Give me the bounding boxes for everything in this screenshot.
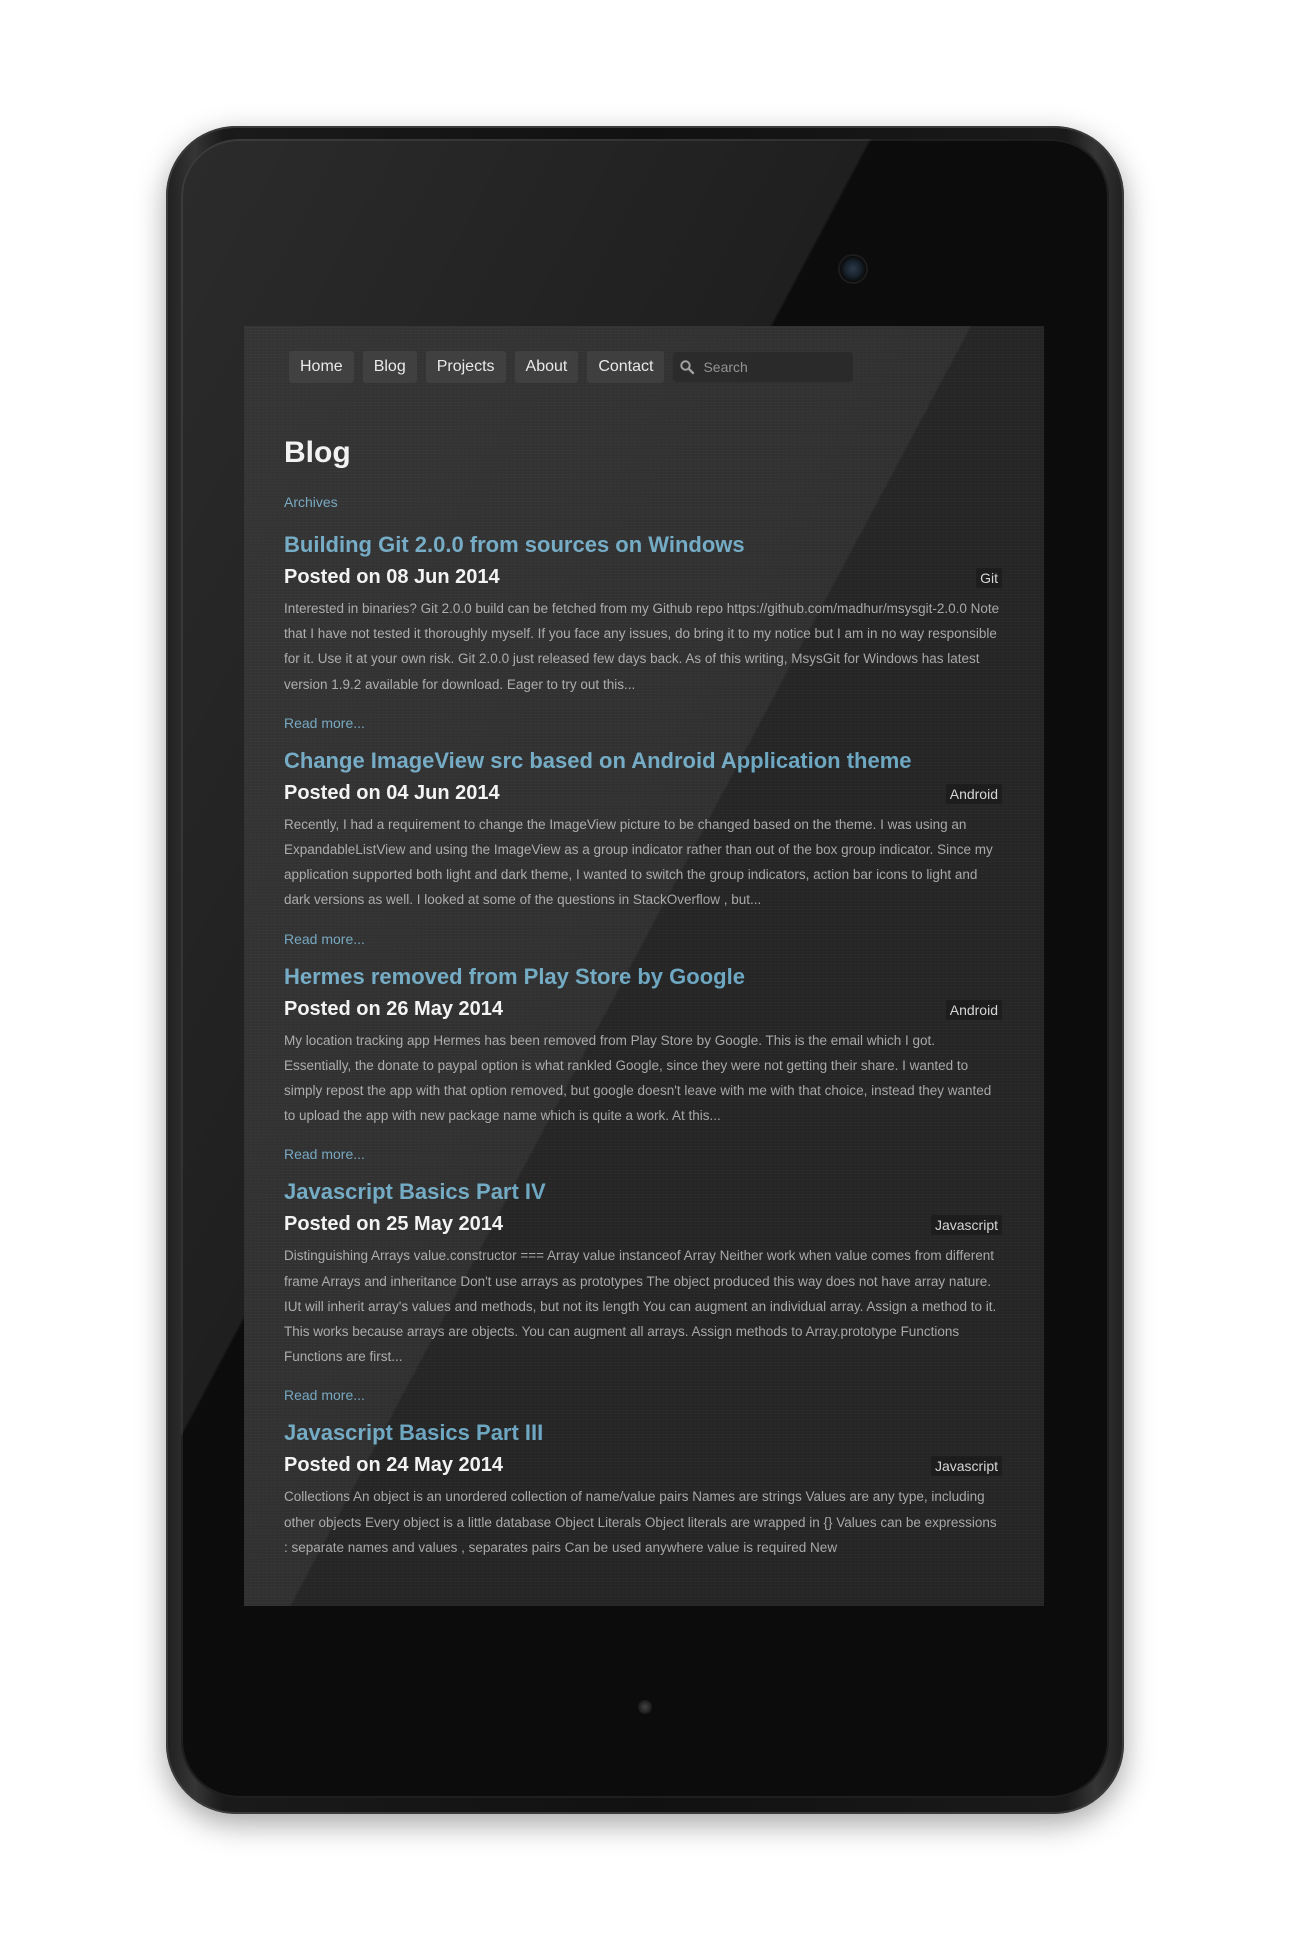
blog-post: Javascript Basics Part IV Posted on 25 M… — [284, 1178, 1004, 1405]
post-date: Posted on 24 May 2014 — [284, 1454, 503, 1477]
post-date: Posted on 04 Jun 2014 — [284, 781, 500, 804]
post-tag[interactable]: Javascript — [930, 1456, 1002, 1477]
top-navigation: Home Blog Projects About Contact — [289, 351, 854, 383]
post-date: Posted on 26 May 2014 — [284, 997, 503, 1020]
nav-contact[interactable]: Contact — [587, 351, 665, 383]
nav-projects[interactable]: Projects — [425, 351, 506, 383]
post-tag[interactable]: Git — [976, 568, 1002, 588]
notification-light — [638, 1700, 652, 1714]
post-title-link[interactable]: Building Git 2.0.0 from sources on Windo… — [284, 531, 1004, 559]
post-excerpt: Interested in binaries? Git 2.0.0 build … — [284, 601, 1000, 692]
post-tag[interactable]: Android — [945, 783, 1002, 804]
blog-post: Change ImageView src based on Android Ap… — [284, 747, 1004, 949]
post-excerpt: Distinguishing Arrays value.constructor … — [284, 1248, 997, 1365]
post-excerpt: Recently, I had a requirement to change … — [284, 816, 993, 908]
post-meta: Posted on 25 May 2014 Javascript — [284, 1209, 1004, 1239]
post-excerpt: My location tracking app Hermes has been… — [284, 1032, 992, 1124]
post-tag[interactable]: Javascript — [930, 1215, 1002, 1236]
post-title-link[interactable]: Hermes removed from Play Store by Google — [284, 963, 1004, 991]
blog-post: Javascript Basics Part III Posted on 24 … — [284, 1419, 1004, 1560]
post-meta: Posted on 08 Jun 2014 Git — [284, 562, 1004, 592]
post-title-link[interactable]: Javascript Basics Part IV — [284, 1178, 1004, 1206]
nav-blog[interactable]: Blog — [362, 351, 417, 383]
post-excerpt: Collections An object is an unordered co… — [284, 1489, 997, 1555]
read-more-link[interactable]: Read more... — [284, 715, 365, 731]
search-input[interactable] — [701, 358, 846, 376]
read-more-link[interactable]: Read more... — [284, 1146, 365, 1162]
post-date: Posted on 08 Jun 2014 — [284, 566, 500, 588]
archives-link[interactable]: Archives — [284, 494, 338, 510]
post-meta: Posted on 04 Jun 2014 Android — [284, 778, 1004, 808]
blog-post: Building Git 2.0.0 from sources on Windo… — [284, 531, 1004, 733]
post-title-link[interactable]: Change ImageView src based on Android Ap… — [284, 747, 1004, 775]
post-title-link[interactable]: Javascript Basics Part III — [284, 1419, 1004, 1447]
nav-about[interactable]: About — [514, 351, 579, 383]
browser-screen: Home Blog Projects About Contact Blog Ar… — [244, 326, 1044, 1606]
read-more-link[interactable]: Read more... — [284, 1387, 365, 1403]
search-box[interactable] — [673, 352, 854, 382]
post-meta: Posted on 26 May 2014 Android — [284, 994, 1004, 1024]
post-date: Posted on 25 May 2014 — [284, 1213, 503, 1236]
read-more-link[interactable]: Read more... — [284, 931, 365, 947]
blog-post: Hermes removed from Play Store by Google… — [284, 963, 1004, 1165]
post-meta: Posted on 24 May 2014 Javascript — [284, 1450, 1004, 1480]
front-camera — [840, 256, 866, 282]
page-title: Blog — [284, 436, 351, 469]
post-tag[interactable]: Android — [945, 999, 1002, 1020]
nav-home[interactable]: Home — [289, 351, 354, 383]
main-content: Blog Archives Building Git 2.0.0 from so… — [284, 433, 1004, 1560]
search-icon — [673, 359, 701, 375]
